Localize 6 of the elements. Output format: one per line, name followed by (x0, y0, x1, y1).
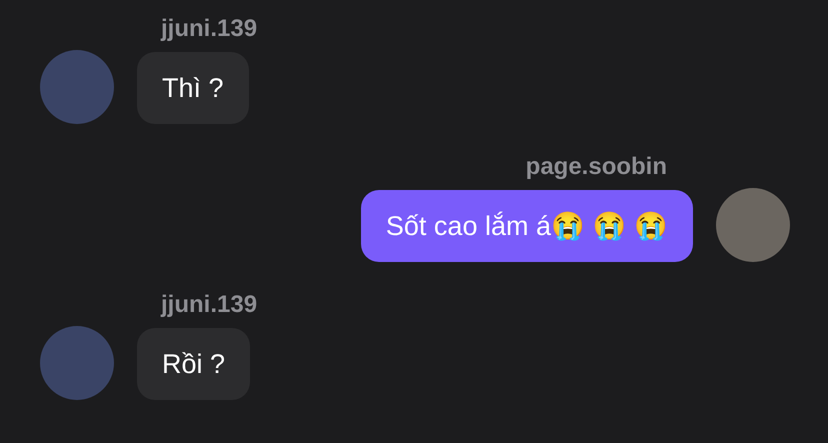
username: jjuni.139 (160, 290, 258, 320)
username: page.soobin (526, 152, 668, 182)
message-bubble: Sốt cao lắm á😭 😭 😭 (360, 190, 693, 262)
message-bubble: Rồi ? (137, 328, 250, 400)
username: jjuni.139 (160, 14, 258, 44)
message-bubble: Thì ? (137, 52, 249, 124)
